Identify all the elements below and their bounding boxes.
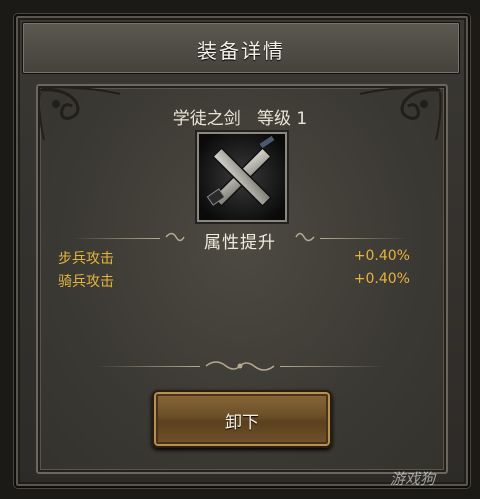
attribute-row: 步兵攻击 +0.40%	[58, 248, 410, 268]
unequip-button-label: 卸下	[225, 413, 259, 433]
attribute-value: +0.40%	[353, 248, 410, 264]
bottom-divider-right	[280, 366, 384, 367]
crossed-swords-icon	[199, 134, 285, 220]
bottom-divider-left	[96, 366, 200, 367]
dialog-title: 装备详情	[197, 39, 285, 63]
item-level-value: 1	[296, 109, 308, 129]
watermark: 游戏狗	[390, 470, 436, 488]
bottom-divider-flourish	[205, 361, 275, 371]
unequip-button[interactable]: 卸下	[152, 390, 332, 448]
item-icon-slot	[197, 132, 287, 222]
divider-flourish-right	[295, 232, 315, 242]
attribute-row: 骑兵攻击 +0.40%	[58, 271, 410, 291]
item-name-line: 学徒之剑 等级 1	[0, 104, 480, 129]
attribute-name: 步兵攻击	[58, 251, 114, 267]
section-divider-right	[320, 238, 408, 239]
item-level-label: 等级	[256, 109, 291, 129]
dialog-header: 装备详情	[22, 22, 460, 74]
attribute-name: 骑兵攻击	[58, 274, 114, 290]
attribute-value: +0.40%	[353, 271, 410, 287]
item-name: 学徒之剑	[172, 109, 241, 129]
